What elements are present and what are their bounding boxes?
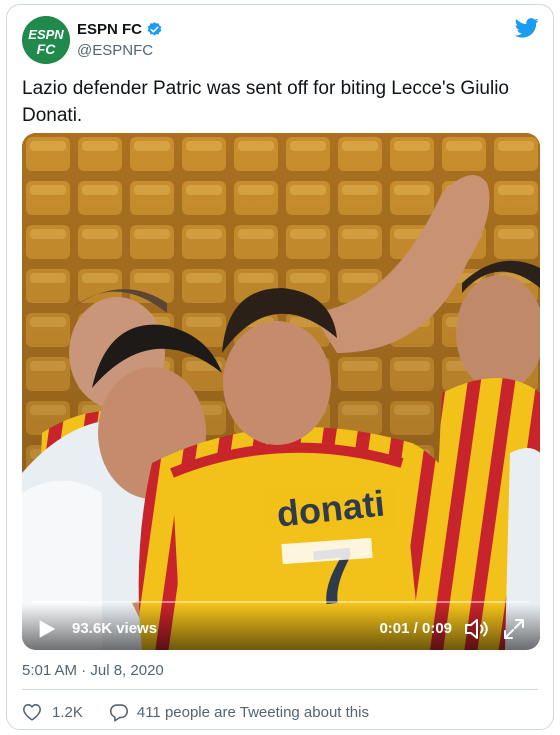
author-handle[interactable]: @ESPNFC bbox=[77, 42, 153, 59]
twitter-bird-icon[interactable] bbox=[515, 17, 539, 39]
divider bbox=[22, 689, 538, 690]
heart-icon bbox=[23, 704, 41, 721]
tweet-timestamp[interactable]: 5:01 AM · Jul 8, 2020 bbox=[22, 662, 164, 679]
author-name[interactable]: ESPN FC bbox=[77, 21, 163, 38]
video-frame: donati 7 bbox=[22, 133, 540, 650]
espn-fc-avatar[interactable]: ESPN FC bbox=[22, 16, 70, 64]
reply-link[interactable]: 411 people are Tweeting about this bbox=[109, 703, 369, 722]
video-player[interactable]: donati 7 93.6K views 0:01 / 0:09 bbox=[22, 133, 540, 650]
reply-bubble-icon bbox=[109, 703, 128, 722]
like-count: 1.2K bbox=[52, 703, 83, 721]
tweet-text: Lazio defender Patric was sent off for b… bbox=[22, 78, 509, 126]
tweet-embed-card: ESPN FC ESPN FC @ESPNFC Lazio defender P… bbox=[6, 4, 554, 730]
verified-badge-icon bbox=[147, 22, 162, 36]
reply-text: 411 people are Tweeting about this bbox=[136, 703, 369, 721]
author-name-text: ESPN FC bbox=[77, 21, 143, 38]
video-controls: 93.6K views 0:01 / 0:09 bbox=[22, 604, 540, 650]
video-time: 0:01 / 0:09 bbox=[379, 620, 452, 637]
like-button[interactable]: 1.2K bbox=[22, 703, 83, 721]
video-progress-bar[interactable] bbox=[32, 601, 530, 603]
espn-fc-logo: ESPN FC bbox=[22, 16, 70, 64]
play-icon[interactable] bbox=[36, 618, 58, 640]
view-count: 93.6K views bbox=[72, 620, 158, 637]
logo-text-top: ESPN bbox=[28, 27, 64, 42]
video-progress-fill bbox=[32, 601, 87, 603]
tweet-actions: 1.2K 411 people are Tweeting about this bbox=[22, 699, 369, 725]
logo-text-bottom: FC bbox=[37, 41, 57, 57]
volume-icon[interactable] bbox=[464, 617, 490, 641]
fullscreen-icon[interactable] bbox=[502, 617, 526, 641]
